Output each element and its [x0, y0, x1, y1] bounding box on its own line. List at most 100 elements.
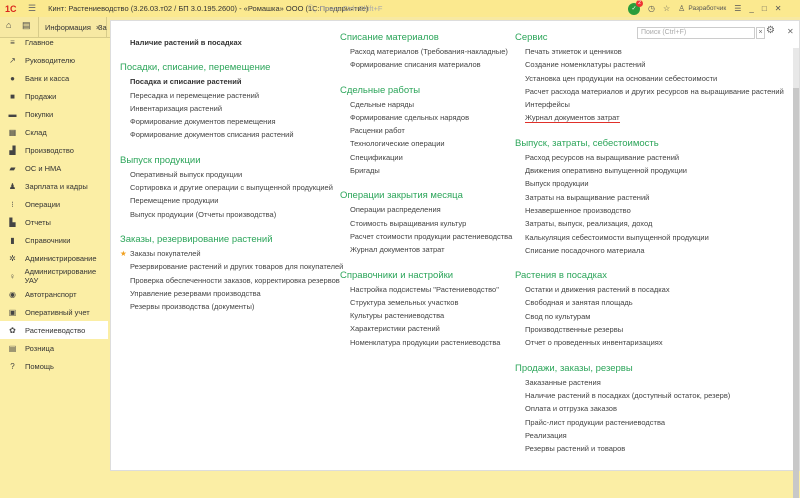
- scrollbar[interactable]: [793, 48, 799, 498]
- menu-link[interactable]: Затраты на выращивание растений: [515, 191, 784, 204]
- user-name[interactable]: Разработчик: [688, 5, 726, 12]
- menu-link[interactable]: Управление резервами производства: [120, 287, 343, 300]
- sidebar-item[interactable]: ↗ Руководителю: [0, 51, 108, 69]
- maximize-button[interactable]: □: [762, 4, 767, 13]
- menu-link[interactable]: Выпуск продукции (Отчеты производства): [120, 208, 343, 221]
- menu-link[interactable]: Свободная и занятая площадь: [515, 296, 784, 309]
- menu-link[interactable]: Движения оперативно выпущенной продукции: [515, 164, 784, 177]
- menu-link-label: Отчет о проведенных инвентаризациях: [525, 338, 663, 348]
- notifications-icon[interactable]: ✓ 2: [628, 0, 643, 15]
- menu-link[interactable]: Номенклатура продукции растениеводства: [340, 336, 512, 349]
- menu-link[interactable]: Резервы растений и товаров: [515, 442, 784, 455]
- menu-link[interactable]: Пересадка и перемещение растений: [120, 89, 343, 102]
- menu-link[interactable]: Расценки работ: [340, 124, 512, 137]
- menu-link[interactable]: Свод по культурам: [515, 310, 784, 323]
- sidebar-item[interactable]: ▦ Склад: [0, 123, 108, 141]
- menu-link[interactable]: Калькуляция себестоимости выпущенной про…: [515, 231, 784, 244]
- menu-link[interactable]: Оперативный выпуск продукции: [120, 168, 343, 181]
- sidebar-item[interactable]: ≡ Главное: [0, 33, 108, 51]
- menu-link[interactable]: Интерфейсы: [515, 98, 784, 111]
- menu-link[interactable]: Заказанные растения: [515, 376, 784, 389]
- search-icon: 🔍︎: [307, 4, 317, 13]
- sidebar-item[interactable]: ▤ Розница: [0, 339, 108, 357]
- menu-link[interactable]: Печать этикеток и ценников: [515, 45, 784, 58]
- sidebar-item[interactable]: ▙ Отчеты: [0, 213, 108, 231]
- user-icon[interactable]: ♙: [678, 4, 685, 13]
- menu-link[interactable]: Структура земельных участков: [340, 296, 512, 309]
- title-bar: 1С ☰ Кинт: Растениеводство (3.26.03.т02 …: [0, 0, 800, 17]
- menu-link[interactable]: Расчет стоимости продукции растениеводст…: [340, 230, 512, 243]
- menu-link[interactable]: Списание посадочного материала: [515, 244, 784, 257]
- menu-link[interactable]: Наличие растений в посадках: [120, 36, 343, 49]
- menu-link[interactable]: Расход материалов (Требования-накладные): [340, 45, 512, 58]
- menu-link[interactable]: Операции распределения: [340, 203, 512, 216]
- menu-link[interactable]: Культуры растениеводства: [340, 309, 512, 322]
- menu-link[interactable]: Посадка и списание растений: [120, 75, 343, 88]
- sidebar-item[interactable]: ◉ Автотранспорт: [0, 285, 108, 303]
- history-icon[interactable]: ◷: [648, 4, 655, 13]
- menu-link[interactable]: Сдельные наряды: [340, 98, 512, 111]
- menu-link[interactable]: Резервирование растений и других товаров…: [120, 260, 343, 273]
- menu-link[interactable]: Производственные резервы: [515, 323, 784, 336]
- sidebar-item-icon: ♀: [9, 271, 16, 281]
- menu-link-label: Незавершенное производство: [525, 205, 631, 215]
- global-search-input[interactable]: 🔍︎ Поиск Ctrl+Shift+F: [307, 2, 507, 15]
- sidebar-item[interactable]: ⁝ Операции: [0, 195, 108, 213]
- sidebar-item-icon: ■: [10, 91, 15, 101]
- menu-link[interactable]: Наличие растений в посадках (доступный о…: [515, 389, 784, 402]
- sidebar-item[interactable]: ▣ Оперативный учет: [0, 303, 108, 321]
- sidebar-item[interactable]: ✲ Администрирование: [0, 249, 108, 267]
- menu-link[interactable]: Бригады: [340, 164, 512, 177]
- settings-menu-icon[interactable]: ☰: [734, 4, 741, 13]
- sidebar-item[interactable]: ? Помощь: [0, 357, 108, 375]
- menu-link[interactable]: Формирование списания материалов: [340, 58, 512, 71]
- sidebar-item[interactable]: ▟ Производство: [0, 141, 108, 159]
- favorites-icon[interactable]: ☆: [663, 4, 670, 13]
- menu-link[interactable]: Остатки и движения растений в посадках: [515, 283, 784, 296]
- minimize-button[interactable]: _: [749, 4, 753, 13]
- menu-link[interactable]: Резервы производства (документы): [120, 300, 343, 313]
- menu-link[interactable]: Формирование сдельных нарядов: [340, 111, 512, 124]
- menu-link[interactable]: Проверка обеспеченности заказов, коррект…: [120, 274, 343, 287]
- menu-link[interactable]: Установка цен продукции на основании себ…: [515, 72, 784, 85]
- close-panel-icon[interactable]: ✕: [787, 27, 794, 36]
- sidebar-item-label: Розница: [25, 343, 54, 353]
- menu-link[interactable]: Незавершенное производство: [515, 204, 784, 217]
- menu-link[interactable]: Спецификации: [340, 151, 512, 164]
- menu-icon[interactable]: ☰: [28, 3, 36, 14]
- sidebar-item[interactable]: ▬ Покупки: [0, 105, 108, 123]
- sidebar-item[interactable]: ✿ Растениеводство: [0, 321, 108, 339]
- menu-link[interactable]: Оплата и отгрузка заказов: [515, 402, 784, 415]
- menu-link[interactable]: Формирование документов списания растени…: [120, 128, 343, 141]
- sidebar-item[interactable]: ■ Продажи: [0, 87, 108, 105]
- sidebar-item[interactable]: ♟ Зарплата и кадры: [0, 177, 108, 195]
- menu-link[interactable]: Создание номенклатуры растений: [515, 58, 784, 71]
- close-button[interactable]: ✕: [775, 4, 782, 13]
- menu-link[interactable]: Затраты, выпуск, реализация, доход: [515, 217, 784, 230]
- sidebar-item[interactable]: ▰ ОС и НМА: [0, 159, 108, 177]
- menu-link[interactable]: Расчет расхода материалов и других ресур…: [515, 85, 784, 98]
- sidebar-item[interactable]: ▮ Справочники: [0, 231, 108, 249]
- menu-link[interactable]: Настройка подсистемы "Растениеводство": [340, 283, 512, 296]
- menu-link[interactable]: Перемещение продукции: [120, 194, 343, 207]
- menu-link[interactable]: Стоимость выращивания культур: [340, 217, 512, 230]
- menu-link[interactable]: Реализация: [515, 429, 784, 442]
- menu-link[interactable]: Формирование документов перемещения: [120, 115, 343, 128]
- scrollbar-thumb[interactable]: [793, 88, 799, 498]
- open-windows-icon[interactable]: ▤: [22, 20, 31, 31]
- menu-link[interactable]: Инвентаризация растений: [120, 102, 343, 115]
- menu-link[interactable]: Прайс-лист продукции растениеводства: [515, 416, 784, 429]
- menu-link[interactable]: Журнал документов затрат: [515, 111, 784, 124]
- home-icon[interactable]: ⌂: [6, 20, 11, 30]
- menu-link[interactable]: Журнал документов затрат: [340, 243, 512, 256]
- menu-link[interactable]: Технологические операции: [340, 137, 512, 150]
- sidebar-item[interactable]: ● Банк и касса: [0, 69, 108, 87]
- sidebar-item[interactable]: ♀ Администрирование УАУ: [0, 267, 108, 285]
- menu-link[interactable]: Расход ресурсов на выращивание растений: [515, 151, 784, 164]
- group-heading: Выпуск, затраты, себестоимость: [515, 137, 659, 149]
- menu-link[interactable]: ★ Заказы покупателей: [120, 247, 343, 260]
- menu-link[interactable]: Характеристики растений: [340, 322, 512, 335]
- menu-link[interactable]: Сортировка и другие операции с выпущенно…: [120, 181, 343, 194]
- menu-link[interactable]: Отчет о проведенных инвентаризациях: [515, 336, 784, 349]
- menu-link[interactable]: Выпуск продукции: [515, 177, 784, 190]
